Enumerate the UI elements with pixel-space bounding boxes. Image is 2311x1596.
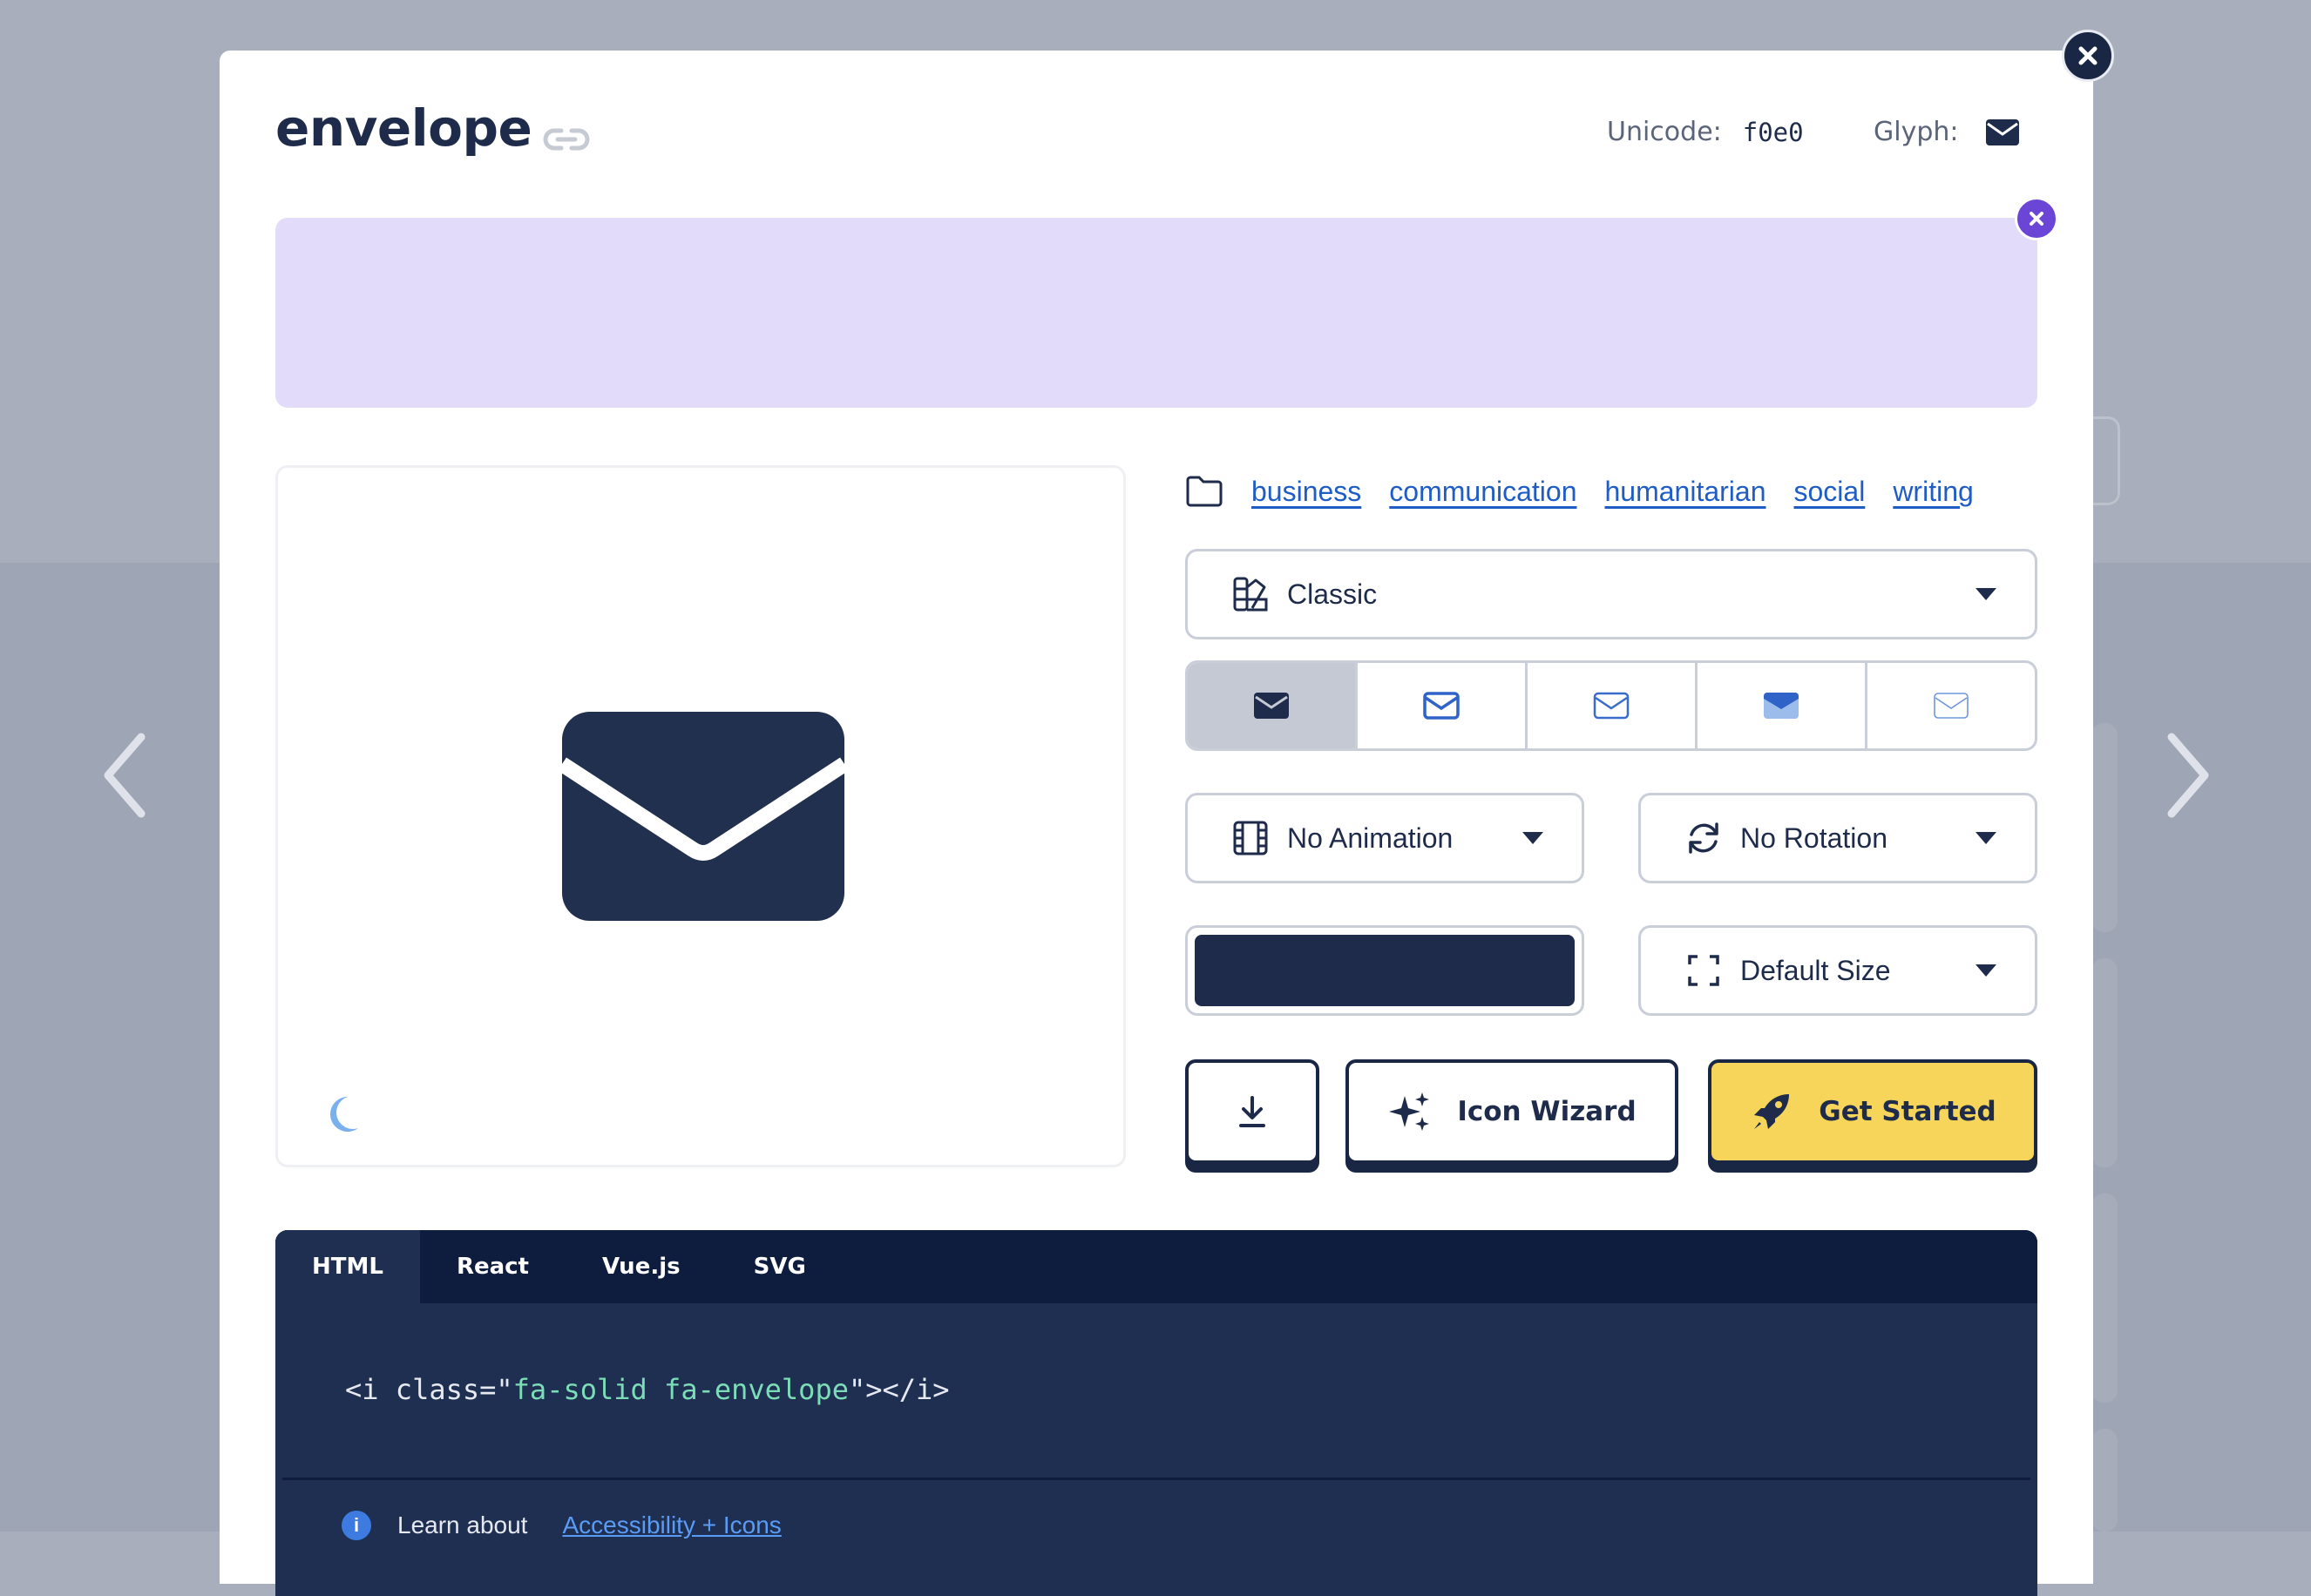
- category-link[interactable]: social: [1794, 476, 1866, 508]
- envelope-duotone-icon: [1764, 693, 1799, 719]
- rotation-value: No Rotation: [1740, 822, 1887, 854]
- icon-wizard-button[interactable]: Icon Wizard: [1345, 1059, 1678, 1164]
- envelope-preview-icon: [562, 712, 844, 921]
- code-suffix: "></i>: [848, 1373, 950, 1406]
- chevron-left-icon: [104, 733, 146, 818]
- glyph-label: Glyph:: [1874, 117, 1959, 147]
- code-snippet-panel: HTML React Vue.js SVG <i class="fa-solid…: [275, 1230, 2037, 1596]
- caret-down-icon: [1976, 832, 1996, 844]
- glyph-info: Glyph:: [1874, 117, 2020, 147]
- envelope-thin-icon: [1934, 693, 1969, 719]
- close-icon: [2030, 212, 2043, 226]
- animation-value: No Animation: [1287, 822, 1454, 854]
- variant-regular[interactable]: [1358, 663, 1528, 748]
- background-card: [2091, 1194, 2118, 1403]
- category-link[interactable]: business: [1251, 476, 1361, 508]
- close-icon: [2078, 46, 2098, 65]
- icon-title: envelope: [275, 98, 532, 158]
- ad-banner: [275, 218, 2037, 408]
- category-link[interactable]: writing: [1893, 476, 1973, 508]
- icon-wizard-label: Icon Wizard: [1457, 1096, 1637, 1127]
- rocket-icon: [1754, 1094, 1790, 1129]
- code-snippet[interactable]: <i class="fa-solid fa-envelope"></i>: [345, 1373, 950, 1406]
- palette-icon: [1233, 577, 1268, 612]
- link-icon: [543, 128, 590, 151]
- chevron-right-icon: [2167, 733, 2209, 818]
- category-list: business communication humanitarian soci…: [1185, 465, 1974, 517]
- envelope-light-icon: [1593, 692, 1630, 720]
- variant-thin[interactable]: [1867, 663, 2035, 748]
- code-tabs: HTML React Vue.js SVG: [275, 1230, 2037, 1303]
- variant-duotone[interactable]: [1698, 663, 1867, 748]
- envelope-glyph-icon[interactable]: [1985, 118, 2020, 146]
- tab-html[interactable]: HTML: [275, 1230, 420, 1303]
- envelope-solid-icon: [1254, 693, 1289, 719]
- previous-icon-button[interactable]: [99, 732, 152, 819]
- caret-down-icon: [1976, 588, 1996, 600]
- film-icon: [1233, 821, 1268, 855]
- close-ad-button[interactable]: [2015, 197, 2058, 240]
- caret-down-icon: [1522, 832, 1543, 844]
- download-button[interactable]: [1185, 1059, 1319, 1164]
- color-picker[interactable]: [1185, 925, 1584, 1016]
- background-card: [2091, 1429, 2118, 1532]
- expand-icon: [1688, 955, 1719, 986]
- size-select[interactable]: Default Size: [1638, 925, 2037, 1016]
- unicode-label: Unicode:: [1607, 117, 1722, 147]
- category-link[interactable]: communication: [1389, 476, 1576, 508]
- copy-link-button[interactable]: [542, 120, 591, 159]
- rotate-icon: [1689, 822, 1718, 854]
- tab-vue[interactable]: Vue.js: [566, 1230, 717, 1303]
- download-icon: [1239, 1096, 1265, 1127]
- envelope-regular-icon: [1423, 692, 1460, 720]
- size-value: Default Size: [1740, 954, 1891, 986]
- caret-down-icon: [1976, 964, 1996, 977]
- moon-icon[interactable]: [323, 1093, 362, 1135]
- tab-react[interactable]: React: [420, 1230, 566, 1303]
- category-link[interactable]: humanitarian: [1605, 476, 1766, 508]
- get-started-label: Get Started: [1819, 1096, 1996, 1127]
- animation-select[interactable]: No Animation: [1185, 793, 1584, 883]
- background-card: [2091, 958, 2118, 1167]
- divider: [282, 1478, 2030, 1480]
- color-swatch: [1195, 935, 1575, 1006]
- unicode-info: Unicode: f0e0: [1607, 117, 1804, 147]
- close-modal-button[interactable]: [2062, 30, 2114, 82]
- next-icon-button[interactable]: [2161, 732, 2213, 819]
- variant-solid[interactable]: [1188, 663, 1358, 748]
- learn-text: Learn about: [397, 1511, 528, 1539]
- folder-icon: [1186, 476, 1223, 507]
- code-prefix: <i class=": [345, 1373, 513, 1406]
- tab-svg[interactable]: SVG: [717, 1230, 843, 1303]
- unicode-value[interactable]: f0e0: [1743, 118, 1804, 147]
- sparkles-icon: [1389, 1092, 1430, 1131]
- accessibility-note: i Learn about Accessibility + Icons: [342, 1511, 782, 1540]
- accessibility-link[interactable]: Accessibility + Icons: [562, 1511, 781, 1539]
- get-started-button[interactable]: Get Started: [1708, 1059, 2037, 1164]
- style-family-select[interactable]: Classic: [1185, 549, 2037, 639]
- icon-detail-modal: envelope Unicode: f0e0 Glyph: business c…: [220, 51, 2093, 1596]
- code-class: fa-solid fa-envelope: [512, 1373, 849, 1406]
- background-card: [2091, 723, 2118, 932]
- style-variant-group: [1185, 660, 2037, 751]
- variant-light[interactable]: [1528, 663, 1698, 748]
- info-icon: i: [342, 1511, 371, 1540]
- style-family-value: Classic: [1287, 578, 1378, 610]
- rotation-select[interactable]: No Rotation: [1638, 793, 2037, 883]
- icon-preview: [275, 465, 1126, 1167]
